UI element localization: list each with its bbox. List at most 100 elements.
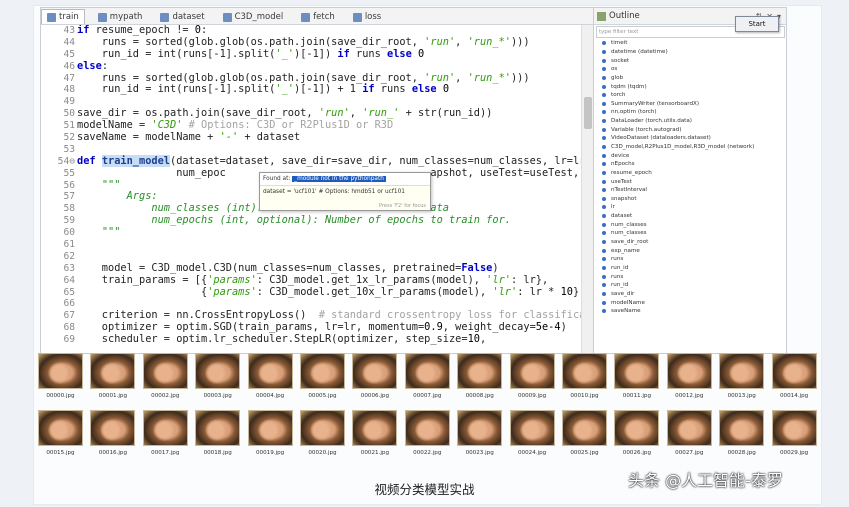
outline-item[interactable]: os bbox=[594, 65, 786, 74]
tab-mypath[interactable]: mypath bbox=[93, 10, 148, 24]
frame-thumbnail[interactable]: 00008.jpg bbox=[457, 353, 503, 405]
outline-item[interactable]: tqdm (tqdm) bbox=[594, 82, 786, 91]
outline-item-label: runs bbox=[611, 273, 624, 280]
frame-thumbnail[interactable]: 00007.jpg bbox=[404, 353, 450, 405]
line-number: 44 bbox=[63, 36, 75, 48]
code-line[interactable]: """ bbox=[77, 226, 581, 239]
frame-filename: 00012.jpg bbox=[675, 393, 704, 399]
outline-item[interactable]: runs bbox=[594, 272, 786, 281]
tab-train[interactable]: train bbox=[41, 9, 85, 24]
outline-item[interactable]: SummaryWriter (tensorboardX) bbox=[594, 99, 786, 108]
outline-item[interactable]: modelName bbox=[594, 298, 786, 307]
outline-item[interactable]: Variable (torch.autograd) bbox=[594, 125, 786, 134]
outline-item[interactable]: socket bbox=[594, 56, 786, 65]
frame-thumbnail[interactable]: 00021.jpg bbox=[352, 410, 398, 462]
start-button[interactable]: Start bbox=[735, 16, 779, 32]
tab-loss[interactable]: loss bbox=[348, 10, 386, 24]
frame-filename: 00021.jpg bbox=[360, 450, 389, 456]
tab-c3d_model[interactable]: C3D_model bbox=[218, 10, 289, 24]
code-line[interactable] bbox=[77, 144, 581, 156]
frame-thumbnail[interactable]: 00010.jpg bbox=[562, 353, 607, 405]
tooltip-link[interactable]: _module not in the pythonpath bbox=[292, 176, 386, 182]
outline-item[interactable]: num_classes bbox=[594, 229, 786, 238]
outline-item[interactable]: DataLoader (torch.utils.data) bbox=[594, 117, 786, 126]
frame-thumbnail[interactable]: 00025.jpg bbox=[562, 410, 607, 462]
frame-thumbnail[interactable]: 00018.jpg bbox=[195, 410, 241, 462]
line-number: 48 bbox=[63, 84, 75, 96]
frame-thumbnail[interactable]: 00026.jpg bbox=[614, 410, 660, 462]
tab-label: loss bbox=[364, 12, 382, 22]
frame-thumbnail[interactable]: 00009.jpg bbox=[509, 353, 555, 405]
frame-thumbnail[interactable]: 00016.jpg bbox=[90, 410, 136, 462]
frame-thumbnail[interactable]: 00027.jpg bbox=[666, 410, 712, 462]
code-line[interactable]: saveName = modelName + '-' + dataset bbox=[77, 131, 581, 144]
tab-label: C3D_model bbox=[234, 12, 284, 22]
outline-item[interactable]: save_dir bbox=[594, 290, 786, 299]
frame-filename: 00013.jpg bbox=[727, 393, 756, 399]
code-line[interactable]: scheduler = optim.lr_scheduler.StepLR(op… bbox=[77, 333, 581, 346]
frame-thumbnail[interactable]: 00024.jpg bbox=[509, 410, 555, 462]
frame-filename: 00019.jpg bbox=[255, 450, 285, 456]
outline-item[interactable]: lr bbox=[594, 203, 786, 212]
frame-thumbnail[interactable]: 00015.jpg bbox=[38, 410, 83, 462]
code-line[interactable]: runs = sorted(glob.glob(os.path.join(sav… bbox=[77, 36, 581, 49]
outline-item-label: timeit bbox=[611, 40, 628, 47]
line-number: 68 bbox=[63, 322, 75, 334]
frame-thumbnail[interactable]: 00006.jpg bbox=[352, 353, 398, 405]
frame-image bbox=[562, 410, 607, 446]
frame-thumbnail[interactable]: 00003.jpg bbox=[195, 353, 241, 405]
outline-item[interactable]: C3D_model,R2Plus1D_model,R3D_model (netw… bbox=[594, 143, 786, 152]
outline-item-label: glob bbox=[611, 74, 624, 81]
frame-thumbnail[interactable]: 00017.jpg bbox=[142, 410, 188, 462]
outline-item[interactable]: resume_epoch bbox=[594, 169, 786, 178]
frame-thumbnail[interactable]: 00020.jpg bbox=[300, 410, 345, 462]
outline-item[interactable]: run_id bbox=[594, 264, 786, 273]
outline-item[interactable]: dataset bbox=[594, 212, 786, 221]
frame-thumbnail[interactable]: 00004.jpg bbox=[247, 353, 293, 405]
outline-item[interactable]: torch bbox=[594, 91, 786, 100]
frame-thumbnail[interactable]: 00029.jpg bbox=[771, 410, 817, 462]
outline-item[interactable]: num_classes bbox=[594, 220, 786, 229]
scrollbar-thumb[interactable] bbox=[584, 97, 592, 129]
outline-item[interactable]: device bbox=[594, 151, 786, 160]
outline-icon bbox=[597, 11, 606, 21]
frame-thumbnail[interactable]: 00013.jpg bbox=[719, 353, 765, 405]
outline-item[interactable]: save_dir_root bbox=[594, 238, 786, 247]
outline-item[interactable]: useTest bbox=[594, 177, 786, 186]
frame-thumbnail[interactable]: 00014.jpg bbox=[771, 353, 817, 405]
line-number: 58 bbox=[63, 203, 75, 215]
outline-item[interactable]: timeit bbox=[594, 39, 786, 48]
frame-thumbnail[interactable]: 00022.jpg bbox=[404, 410, 450, 462]
code-line[interactable]: {'params': C3D_model.get_10x_lr_params(m… bbox=[77, 286, 581, 299]
outline-item[interactable]: VideoDataset (dataloaders.dataset) bbox=[594, 134, 786, 143]
code-line[interactable] bbox=[77, 239, 581, 251]
frame-thumbnail[interactable]: 00000.jpg bbox=[38, 353, 83, 405]
frame-thumbnail[interactable]: 00001.jpg bbox=[90, 353, 136, 405]
line-number: 54⊖ bbox=[57, 155, 75, 167]
outline-item[interactable]: saveName bbox=[594, 307, 786, 316]
frame-thumbnail[interactable]: 00011.jpg bbox=[614, 353, 660, 405]
outline-item[interactable]: glob bbox=[594, 74, 786, 83]
frame-filename: 00017.jpg bbox=[151, 450, 180, 456]
outline-item[interactable]: run_id bbox=[594, 281, 786, 290]
frame-thumbnail[interactable]: 00019.jpg bbox=[247, 410, 293, 462]
frame-thumbnail[interactable]: 00002.jpg bbox=[142, 353, 188, 405]
tab-fetch[interactable]: fetch bbox=[296, 10, 340, 24]
outline-item[interactable]: nTestInterval bbox=[594, 186, 786, 195]
code-line[interactable]: def train_model(dataset=dataset, save_di… bbox=[77, 154, 581, 168]
outline-item[interactable]: snapshot bbox=[594, 195, 786, 204]
outline-item[interactable]: exp_name bbox=[594, 246, 786, 255]
outline-item[interactable]: nEpochs bbox=[594, 160, 786, 169]
outline-item[interactable]: nn,optim (torch) bbox=[594, 108, 786, 117]
frame-thumbnail[interactable]: 00023.jpg bbox=[457, 410, 503, 462]
outline-item[interactable]: datetime (datetime) bbox=[594, 48, 786, 57]
code-line[interactable]: num_epochs (int, optional): Number of ep… bbox=[77, 214, 581, 227]
tab-dataset[interactable]: dataset bbox=[155, 10, 209, 24]
outline-item-label: tqdm (tqdm) bbox=[611, 83, 647, 90]
code-line[interactable]: run_id = int(runs[-1].split('_')[-1]) + … bbox=[77, 84, 581, 96]
outline-item[interactable]: runs bbox=[594, 255, 786, 264]
code-line[interactable]: run_id = int(runs[-1].split('_')[-1]) if… bbox=[77, 48, 581, 61]
frame-thumbnail[interactable]: 00028.jpg bbox=[719, 410, 765, 462]
frame-thumbnail[interactable]: 00005.jpg bbox=[300, 353, 345, 405]
frame-thumbnail[interactable]: 00012.jpg bbox=[666, 353, 712, 405]
